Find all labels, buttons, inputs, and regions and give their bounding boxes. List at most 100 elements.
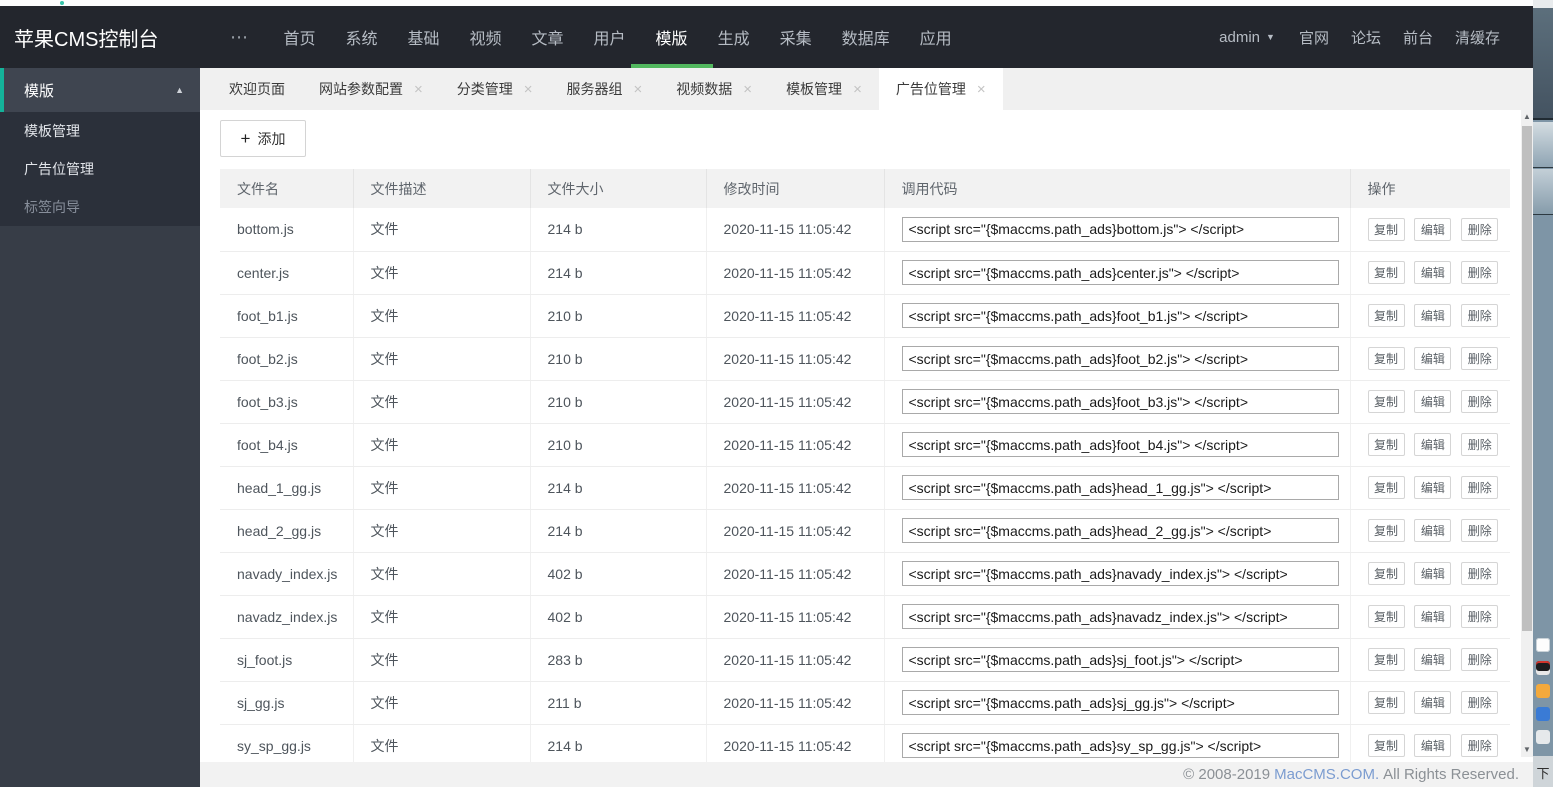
tab-close-icon[interactable]: ×	[414, 81, 423, 98]
tab[interactable]: 模板管理 ×	[769, 68, 879, 110]
nav-link[interactable]: 清缓存	[1444, 27, 1511, 48]
ad-code-input[interactable]	[901, 216, 1339, 242]
delete-button[interactable]: 删除	[1461, 347, 1499, 370]
nav-item[interactable]: 模版	[630, 6, 713, 68]
nav-item[interactable]: 用户	[579, 6, 641, 68]
nav-item[interactable]: 基础	[392, 6, 454, 68]
edit-button[interactable]: 编辑	[1414, 519, 1452, 542]
nav-item[interactable]: 系统	[330, 6, 392, 68]
sidebar-item[interactable]: 模板管理	[0, 112, 200, 150]
nav-more-icon[interactable]: ⋯	[224, 27, 254, 48]
delete-button[interactable]: 删除	[1461, 261, 1499, 284]
file-code-cell	[884, 294, 1351, 338]
ad-code-input[interactable]	[901, 690, 1339, 715]
page-scrollbar[interactable]: ▲ ▼	[1521, 110, 1533, 757]
ad-code-input[interactable]	[901, 561, 1339, 586]
ad-code-input[interactable]	[901, 604, 1339, 629]
nav-item[interactable]: 采集	[765, 6, 827, 68]
edit-button[interactable]: 编辑	[1414, 261, 1452, 284]
user-dropdown[interactable]: admin ▼	[1206, 29, 1288, 46]
delete-button[interactable]: 删除	[1461, 304, 1499, 327]
edit-button[interactable]: 编辑	[1414, 605, 1452, 628]
copy-button[interactable]: 复制	[1367, 648, 1405, 671]
delete-button[interactable]: 删除	[1461, 691, 1499, 714]
ad-code-input[interactable]	[901, 475, 1339, 500]
app-title: 苹果CMS控制台	[14, 28, 159, 51]
nav-link[interactable]: 论坛	[1340, 27, 1392, 48]
ad-code-input[interactable]	[901, 733, 1339, 758]
tab[interactable]: 视频数据 ×	[659, 68, 769, 110]
table-row: sj_foot.js 文件 283 b 2020-11-15 11:05:42 …	[220, 638, 1510, 682]
row-actions-cell: 复制 编辑 删除	[1350, 681, 1510, 725]
tab[interactable]: 服务器组 ×	[550, 68, 660, 110]
file-name-cell: navady_index.js	[220, 552, 354, 596]
nav-item[interactable]: 数据库	[827, 6, 905, 68]
scroll-down-icon[interactable]: ▼	[1521, 743, 1533, 757]
edit-button[interactable]: 编辑	[1414, 433, 1452, 456]
copy-button[interactable]: 复制	[1367, 347, 1405, 370]
delete-button[interactable]: 删除	[1461, 519, 1499, 542]
ad-code-input[interactable]	[901, 260, 1339, 285]
copy-button[interactable]: 复制	[1367, 433, 1405, 456]
delete-button[interactable]: 删除	[1461, 476, 1499, 499]
nav-link[interactable]: 官网	[1288, 27, 1340, 48]
add-button[interactable]: + 添加	[220, 120, 306, 157]
row-actions-cell: 复制 编辑 删除	[1350, 552, 1510, 596]
copy-button[interactable]: 复制	[1367, 691, 1405, 714]
copy-button[interactable]: 复制	[1367, 519, 1405, 542]
tab-close-icon[interactable]: ×	[853, 81, 862, 98]
maccms-link[interactable]: MacCMS.COM.	[1274, 766, 1379, 783]
tab[interactable]: 欢迎页面	[212, 68, 302, 110]
copy-button[interactable]: 复制	[1367, 562, 1405, 585]
nav-item[interactable]: 生成	[703, 6, 765, 68]
edit-button[interactable]: 编辑	[1414, 734, 1452, 757]
nav-item[interactable]: 视频	[455, 6, 517, 68]
nav-item[interactable]: 文章	[517, 6, 579, 68]
edit-button[interactable]: 编辑	[1414, 304, 1452, 327]
delete-button[interactable]: 删除	[1461, 605, 1499, 628]
ad-code-input[interactable]	[901, 647, 1339, 672]
edit-button[interactable]: 编辑	[1414, 476, 1452, 499]
ad-code-input[interactable]	[901, 303, 1339, 328]
tab[interactable]: 网站参数配置 ×	[302, 68, 440, 110]
sidebar-item[interactable]: 标签向导	[0, 188, 200, 226]
tab-close-icon[interactable]: ×	[977, 81, 986, 98]
edit-button[interactable]: 编辑	[1414, 347, 1452, 370]
tab[interactable]: 分类管理 ×	[440, 68, 550, 110]
copy-button[interactable]: 复制	[1367, 304, 1405, 327]
nav-link[interactable]: 前台	[1392, 27, 1444, 48]
copy-button[interactable]: 复制	[1367, 734, 1405, 757]
copy-button[interactable]: 复制	[1367, 476, 1405, 499]
nav-item[interactable]: 应用	[905, 6, 967, 68]
copy-button[interactable]: 复制	[1367, 390, 1405, 413]
edit-button[interactable]: 编辑	[1414, 648, 1452, 671]
edit-button[interactable]: 编辑	[1414, 390, 1452, 413]
delete-button[interactable]: 删除	[1461, 734, 1499, 757]
ad-code-input[interactable]	[901, 432, 1339, 457]
copy-button[interactable]: 复制	[1367, 261, 1405, 284]
edit-button[interactable]: 编辑	[1414, 562, 1452, 585]
delete-button[interactable]: 删除	[1461, 217, 1499, 241]
delete-button[interactable]: 删除	[1461, 390, 1499, 413]
tab[interactable]: 广告位管理 ×	[878, 68, 1003, 110]
copy-button[interactable]: 复制	[1367, 217, 1405, 241]
ad-code-input[interactable]	[901, 346, 1339, 371]
tab-close-icon[interactable]: ×	[743, 81, 752, 98]
edit-button[interactable]: 编辑	[1414, 691, 1452, 714]
copy-button[interactable]: 复制	[1367, 605, 1405, 628]
file-name-cell: foot_b2.js	[220, 337, 354, 381]
edit-button[interactable]: 编辑	[1414, 217, 1452, 241]
delete-button[interactable]: 删除	[1461, 433, 1499, 456]
tab-close-icon[interactable]: ×	[634, 81, 643, 98]
ad-code-input[interactable]	[901, 518, 1339, 543]
sidebar-item[interactable]: 广告位管理	[0, 150, 200, 188]
sidebar-group-header[interactable]: 模版 ▲	[0, 68, 200, 112]
tab-close-icon[interactable]: ×	[524, 81, 533, 98]
scrollbar-thumb[interactable]	[1522, 126, 1532, 631]
scroll-up-icon[interactable]: ▲	[1521, 110, 1533, 124]
delete-button[interactable]: 删除	[1461, 562, 1499, 585]
nav-item[interactable]: 首页	[268, 6, 330, 68]
delete-button[interactable]: 删除	[1461, 648, 1499, 671]
ad-code-input[interactable]	[901, 389, 1339, 414]
file-code-cell	[884, 552, 1351, 596]
